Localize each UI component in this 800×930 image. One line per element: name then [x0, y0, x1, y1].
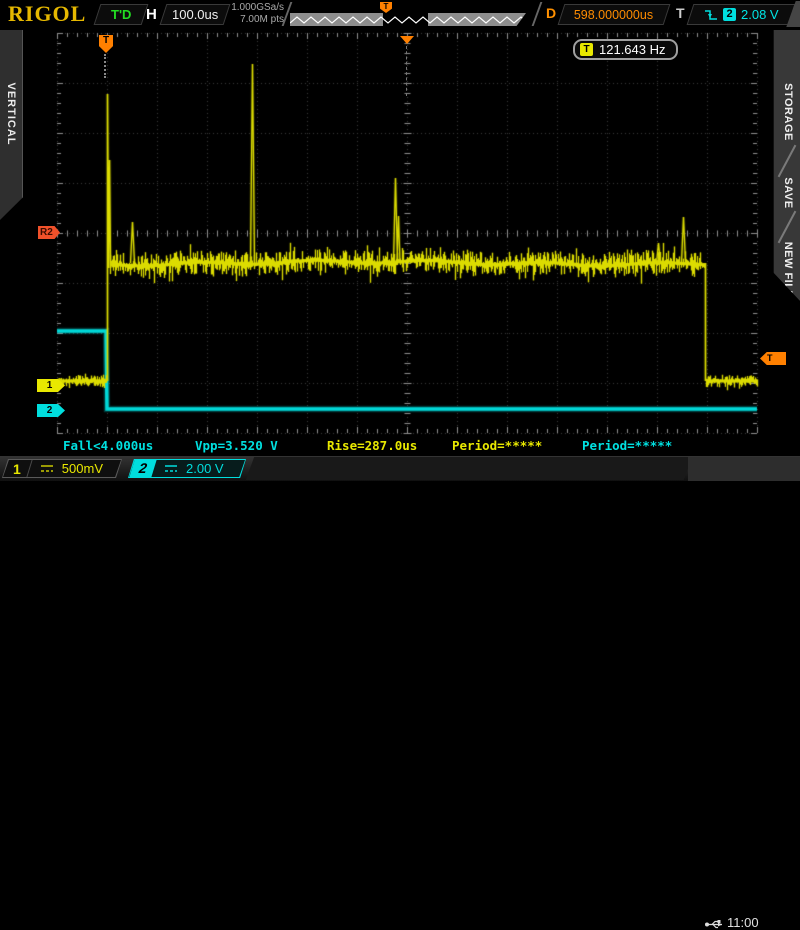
trigger-status-badge: T'D	[94, 4, 149, 25]
trigger-level-value: 2.08 V	[741, 7, 779, 22]
ch2-scale: 2.00 V	[186, 461, 224, 476]
trigger-position-line	[104, 54, 106, 78]
delay-label: D	[546, 5, 556, 21]
clock: 11:00	[727, 915, 759, 930]
menu-item-storage[interactable]: STORAGE	[782, 83, 794, 141]
measurement-vpp: Vpp=3.520 V	[195, 438, 278, 453]
menu-divider	[778, 211, 797, 244]
usb-icon	[704, 919, 724, 930]
timebase-badge: 100.0us	[160, 4, 231, 25]
measurement-fall: Fall<4.000us	[63, 438, 153, 453]
acquisition-info: 1.000GSa/s 7.00M pts	[224, 2, 284, 26]
header-bar: RIGOL T'D H 100.0us 1.000GSa/s 7.00M pts…	[0, 0, 800, 28]
bottombar-panel	[688, 457, 800, 481]
delay-value: 598.000000us	[574, 8, 653, 22]
scope-display	[0, 0, 800, 480]
menu-item-save[interactable]: SAVE	[782, 177, 794, 208]
ch2-settings-badge[interactable]: 2 2.00 V	[128, 459, 246, 478]
ch2-dc-coupling-icon	[164, 464, 178, 473]
timebase-value: 100.0us	[172, 7, 218, 22]
bottombar-panel	[246, 457, 692, 480]
ch1-scale: 500mV	[62, 461, 103, 476]
measurement-period2: Period=*****	[582, 438, 672, 453]
trigger-status: T'D	[111, 7, 131, 22]
header-divider	[532, 2, 543, 26]
bottom-bar: 1 500mV 2 2.00 V 11:00	[0, 455, 800, 481]
memory-depth: 7.00M pts	[224, 14, 284, 26]
trigger-label: T	[676, 5, 685, 21]
falling-edge-icon	[704, 9, 718, 21]
trigger-source-badge: 2	[723, 8, 736, 21]
delay-position-line	[406, 46, 407, 96]
delay-badge: 598.000000us	[558, 4, 671, 25]
vertical-menu-label: VERTICAL	[5, 82, 17, 145]
delay-position-marker[interactable]	[400, 36, 414, 44]
menu-divider	[778, 145, 797, 178]
rigol-logo: RIGOL	[8, 1, 86, 27]
ch1-dc-coupling-icon	[40, 464, 54, 473]
sample-rate: 1.000GSa/s	[224, 2, 284, 14]
measurement-period1: Period=*****	[452, 438, 542, 453]
ch1-settings-badge[interactable]: 1 500mV	[2, 459, 122, 478]
measurement-rise: Rise=287.0us	[327, 438, 417, 453]
ch1-number: 1	[13, 461, 21, 477]
trigger-badge: 2 2.08 V	[687, 4, 796, 25]
horizontal-label: H	[146, 6, 157, 23]
freq-counter-value: 121.643 Hz	[599, 42, 666, 57]
storage-menu-tab: STORAGE SAVE NEW FILE	[773, 30, 800, 302]
frequency-counter: T 121.643 Hz	[573, 39, 678, 60]
thumbnail-trigger-icon[interactable]: T	[380, 2, 392, 13]
vertical-menu-tab[interactable]: VERTICAL	[0, 30, 23, 220]
waveform-thumbnail[interactable]	[290, 13, 526, 26]
freq-counter-trigger-icon: T	[580, 43, 593, 56]
